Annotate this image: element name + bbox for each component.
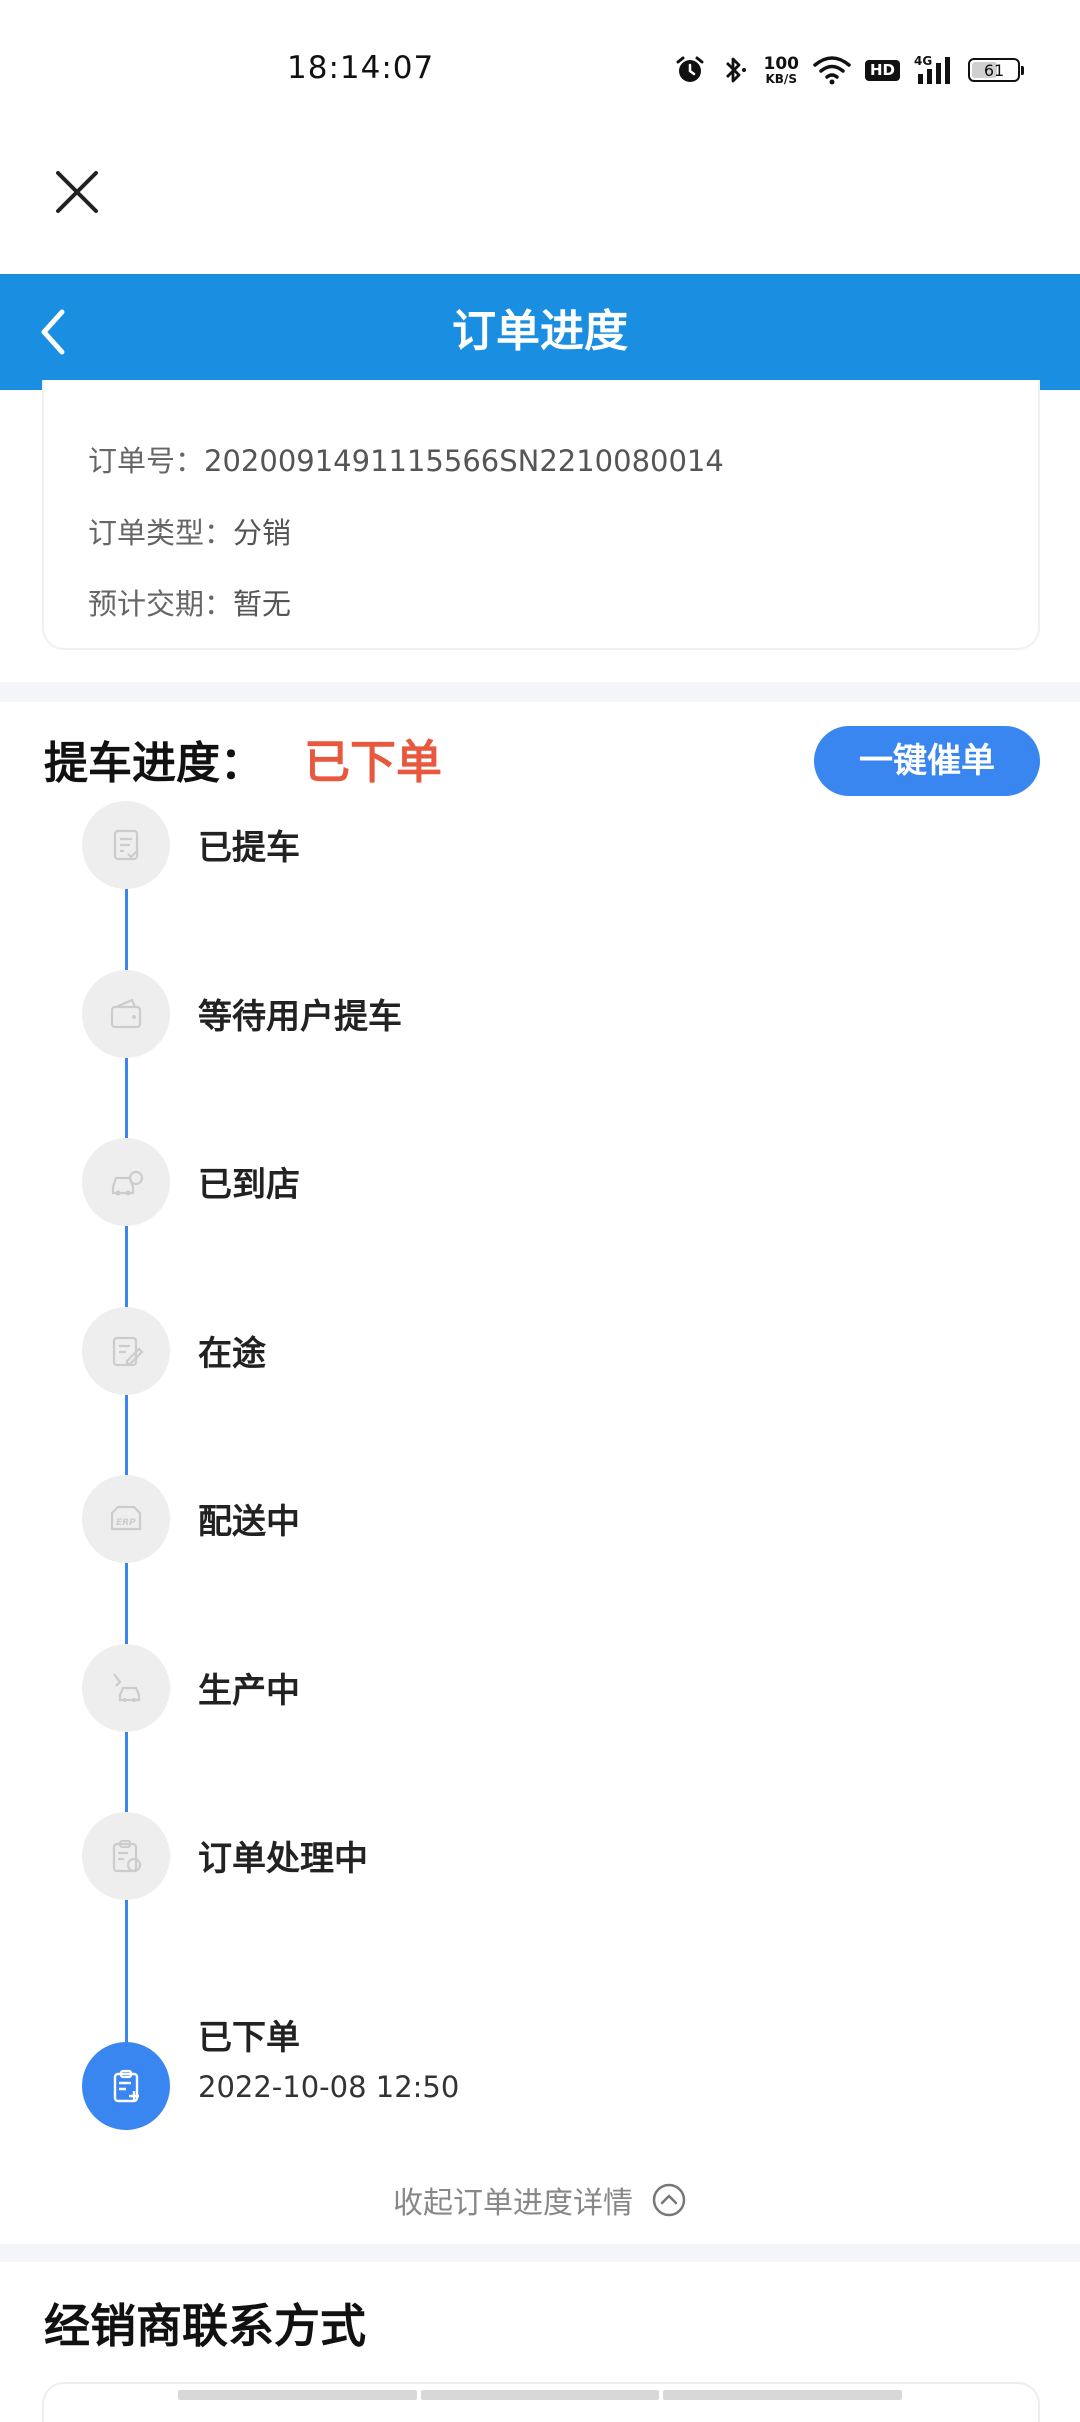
bluetooth-icon bbox=[726, 57, 747, 83]
car-store-icon bbox=[111, 1170, 144, 1196]
page-title: 订单进度 bbox=[452, 306, 628, 357]
factory-car-icon bbox=[113, 1672, 141, 1702]
net-speed-unit: KB/S bbox=[765, 71, 797, 86]
timeline-step-circle: ERP bbox=[82, 1475, 170, 1563]
timeline-step-circle bbox=[82, 1643, 170, 1732]
section-divider bbox=[0, 2244, 1080, 2262]
progress-header: 提车进度： 已下单 bbox=[44, 726, 442, 792]
wallet-icon bbox=[110, 998, 142, 1028]
clipboard-clock-icon bbox=[112, 1840, 142, 1873]
status-icons: 100 KB/S HD 4G 61 bbox=[675, 50, 1024, 90]
signal-icon: 4G bbox=[914, 54, 950, 84]
battery-icon: 61 bbox=[968, 58, 1024, 82]
order-number-value: 2020091491115566SN2210080014 bbox=[204, 444, 724, 478]
order-type-label: 订单类型： bbox=[88, 516, 234, 550]
timeline-step-circle bbox=[82, 2042, 170, 2130]
dealer-tab-strip bbox=[178, 2390, 903, 2400]
timeline-connector bbox=[125, 845, 128, 2077]
battery-level: 61 bbox=[983, 60, 1005, 80]
dealer-tab[interactable] bbox=[178, 2390, 417, 2400]
progress-label: 提车进度： bbox=[44, 738, 264, 789]
delivery-label: 预计交期： bbox=[88, 587, 234, 621]
timeline-step-circle bbox=[82, 1812, 170, 1900]
net-speed-value: 100 bbox=[763, 53, 799, 74]
svg-text:ERP: ERP bbox=[116, 1518, 136, 1528]
timeline-step-time: 2022-10-08 12:50 bbox=[198, 2070, 460, 2104]
timeline-step-circle bbox=[82, 1138, 170, 1226]
timeline-step-label: 在途 bbox=[198, 1333, 266, 1374]
signal-label: 4G bbox=[914, 54, 932, 68]
erp-truck-icon: ERP bbox=[110, 1505, 142, 1531]
status-bar: 18:14:07 100 KB/S HD 4G 61 bbox=[0, 0, 1080, 140]
urge-order-button[interactable]: 一键催单 bbox=[814, 726, 1040, 796]
net-speed: 100 KB/S bbox=[763, 53, 799, 86]
close-icon bbox=[56, 171, 98, 213]
nav-header: 订单进度 bbox=[0, 274, 1080, 390]
timeline-step-circle bbox=[82, 1306, 170, 1395]
status-time: 18:14:07 bbox=[287, 50, 435, 86]
timeline-step-label: 已到店 bbox=[198, 1165, 300, 1205]
progress-status: 已下单 bbox=[304, 735, 442, 789]
hd-badge: HD bbox=[864, 59, 900, 81]
dealer-tab[interactable] bbox=[420, 2390, 660, 2400]
alarm-icon bbox=[676, 56, 704, 82]
timeline-step-label: 配送中 bbox=[198, 1502, 300, 1542]
order-number-row: 订单号：2020091491115566SN2210080014 bbox=[88, 438, 724, 480]
dealer-contact-card bbox=[42, 2382, 1040, 2422]
edit-document-icon bbox=[112, 1336, 144, 1366]
document-check-icon bbox=[113, 829, 139, 861]
dealer-tab[interactable] bbox=[663, 2390, 903, 2400]
chevron-up-circle-icon bbox=[652, 2183, 686, 2217]
delivery-value: 暂无 bbox=[233, 587, 292, 621]
timeline-step-circle bbox=[82, 969, 170, 1058]
delivery-row: 预计交期：暂无 bbox=[88, 581, 291, 623]
wifi-icon bbox=[813, 56, 851, 85]
timeline-step-label: 订单处理中 bbox=[198, 1839, 368, 1879]
timeline-step-label: 生产中 bbox=[198, 1670, 300, 1711]
timeline-step-label: 已下单 bbox=[198, 2018, 300, 2058]
close-button[interactable] bbox=[50, 165, 104, 219]
order-type-value: 分销 bbox=[233, 516, 292, 550]
order-type-row: 订单类型：分销 bbox=[88, 510, 291, 552]
collapse-progress-button[interactable]: 收起订单进度详情 bbox=[0, 2170, 1080, 2230]
timeline-step-label: 已提车 bbox=[198, 828, 300, 868]
section-divider bbox=[0, 682, 1080, 702]
order-info-card: 订单号：2020091491115566SN2210080014 订单类型：分销… bbox=[42, 380, 1040, 650]
collapse-label: 收起订单进度详情 bbox=[393, 2186, 633, 2221]
timeline-step-circle bbox=[82, 801, 170, 889]
order-number-label: 订单号： bbox=[88, 444, 205, 478]
timeline-step-label: 等待用户提车 bbox=[198, 996, 402, 1037]
clipboard-plus-icon bbox=[113, 2069, 139, 2103]
dealer-contact-title: 经销商联系方式 bbox=[44, 2299, 366, 2353]
